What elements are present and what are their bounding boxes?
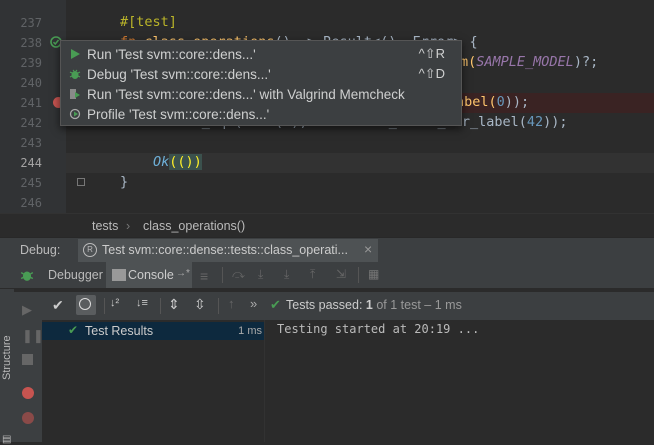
code-line-244: Ok(()): [153, 154, 202, 170]
debug-title: Debug:: [20, 243, 61, 257]
step-over-icon[interactable]: ⤼: [232, 267, 245, 282]
step-out-icon[interactable]: ⤒: [310, 267, 315, 282]
rust-icon: R: [83, 243, 97, 257]
run-test-menu-item[interactable]: Run 'Test svm::core::dens...' ^⇧R: [61, 44, 461, 64]
separator: [358, 267, 359, 283]
run-context-popup: Run 'Test svm::core::dens...' ^⇧R Debug …: [60, 40, 462, 126]
fold-marker-icon[interactable]: [77, 178, 85, 186]
tests-status: Tests passed: 1 of 1 test – 1 ms: [286, 298, 462, 312]
menu-lines-icon[interactable]: ≡: [200, 268, 208, 284]
structure-icon[interactable]: ▤: [2, 434, 11, 445]
sort-alpha-icon[interactable]: ↓²: [110, 297, 119, 309]
valgrind-test-menu-item[interactable]: Run 'Test svm::core::dens...' with Valgr…: [61, 84, 461, 104]
separator: [104, 298, 105, 314]
profile-icon: [69, 108, 81, 120]
separator: [222, 267, 223, 283]
line-number: 239: [20, 56, 42, 70]
tree-item-time: 1 ms: [238, 325, 262, 337]
code-line-239: m(SAMPLE_MODEL)?;: [460, 54, 599, 70]
line-number: 240: [20, 76, 42, 90]
menu-item-label: Debug 'Test svm::core::dens...': [87, 66, 271, 82]
line-number: 246: [20, 196, 42, 210]
session-tab[interactable]: R Test svm::core::dense::tests::class_op…: [78, 239, 378, 262]
ignored-icon: [79, 298, 91, 310]
previous-failed-icon[interactable]: ↑: [228, 296, 235, 311]
line-number: 242: [20, 116, 42, 130]
code-line-245: }: [120, 174, 129, 190]
separator: [218, 298, 219, 314]
structure-tool-label[interactable]: Structure: [1, 335, 13, 380]
sort-duration-icon[interactable]: ↓≡: [136, 297, 148, 309]
line-number: 237: [20, 16, 42, 30]
breadcrumb-separator: ›: [126, 219, 131, 233]
view-breakpoints-icon[interactable]: [22, 387, 34, 399]
show-ignored-toggle[interactable]: [76, 295, 96, 315]
tab-label: Debugger: [48, 268, 103, 282]
code-line-241: abel(0));: [456, 94, 530, 110]
menu-item-label: Profile 'Test svm::core::dens...': [87, 106, 270, 122]
run-icon: [69, 48, 81, 60]
passed-check-icon: ✔: [68, 323, 79, 337]
code-editor[interactable]: 237 238 239 240 241 242 243 244 245 246 …: [0, 0, 654, 213]
breadcrumb: tests › class_operations(): [0, 213, 654, 238]
more-chevron-icon[interactable]: »: [250, 296, 257, 311]
line-number: 241: [20, 96, 42, 110]
profile-test-menu-item[interactable]: Profile 'Test svm::core::dens...': [61, 104, 461, 124]
menu-item-label: Run 'Test svm::core::dens...': [87, 46, 256, 62]
passed-check-icon: ✔: [270, 297, 281, 312]
code-line-237: #[test]: [120, 14, 177, 30]
tab-console[interactable]: Console →*: [106, 262, 192, 288]
valgrind-icon: [69, 88, 81, 100]
separator: [160, 298, 161, 314]
mute-breakpoints-icon[interactable]: [22, 412, 34, 424]
debug-tab-bar: Debugger Console →* ≡ ⤼ ⤓ ⤓ ⤒ ⇲ ▦: [0, 262, 654, 289]
menu-shortcut: ^⇧D: [418, 66, 445, 81]
session-tab-label: Test svm::core::dense::tests::class_oper…: [102, 243, 348, 257]
menu-item-label: Run 'Test svm::core::dens...' with Valgr…: [87, 86, 405, 102]
force-step-into-icon[interactable]: ⤓: [284, 267, 289, 282]
console-icon: [112, 269, 126, 281]
run-to-cursor-icon[interactable]: ⇲: [336, 267, 346, 281]
close-icon[interactable]: ×: [364, 241, 372, 257]
test-results-tree: ✔ Test Results 1 ms: [42, 320, 265, 442]
debug-title-bar: Debug: R Test svm::core::dense::tests::c…: [0, 237, 654, 262]
left-tool-strip: Structure ▤: [0, 262, 15, 445]
breadcrumb-item[interactable]: class_operations(): [143, 219, 245, 233]
evaluate-table-icon[interactable]: ▦: [368, 267, 379, 281]
step-into-icon[interactable]: ⤓: [258, 267, 263, 282]
line-number: 245: [20, 176, 42, 190]
line-number-current: 244: [20, 156, 42, 170]
console-output[interactable]: Testing started at 20:19 ...: [265, 320, 654, 442]
tree-item-label: Test Results: [85, 324, 154, 338]
line-number: 238: [20, 36, 42, 50]
collapse-all-icon[interactable]: ⇳: [194, 296, 206, 313]
expand-all-icon[interactable]: ⇕: [168, 296, 180, 313]
stop-icon[interactable]: [22, 354, 33, 365]
console-line: Testing started at 20:19 ...: [277, 322, 480, 336]
test-runner-toolbar: ✔ ↓² ↓≡ ⇕ ⇳ ↑ » ✔ Tests passed: 1 of 1 t…: [42, 292, 654, 320]
rerun-icon[interactable]: ▶: [22, 302, 32, 318]
debug-test-menu-item[interactable]: Debug 'Test svm::core::dens...' ^⇧D: [61, 64, 461, 84]
pause-icon[interactable]: ❚❚: [22, 328, 44, 344]
breadcrumb-item[interactable]: tests: [92, 219, 118, 233]
menu-shortcut: ^⇧R: [418, 46, 445, 61]
line-number: 243: [20, 136, 42, 150]
debug-bug-icon: [69, 68, 81, 80]
pin-arrow-icon: →*: [176, 268, 190, 279]
tab-label: Console: [128, 268, 174, 282]
debug-bug-icon[interactable]: [20, 268, 34, 282]
tree-row-selected[interactable]: ✔ Test Results 1 ms: [42, 322, 264, 340]
debug-side-toolbar: ▶ ❚❚: [14, 292, 44, 442]
show-passed-icon[interactable]: ✔: [52, 297, 64, 314]
tab-debugger[interactable]: Debugger: [44, 262, 104, 288]
